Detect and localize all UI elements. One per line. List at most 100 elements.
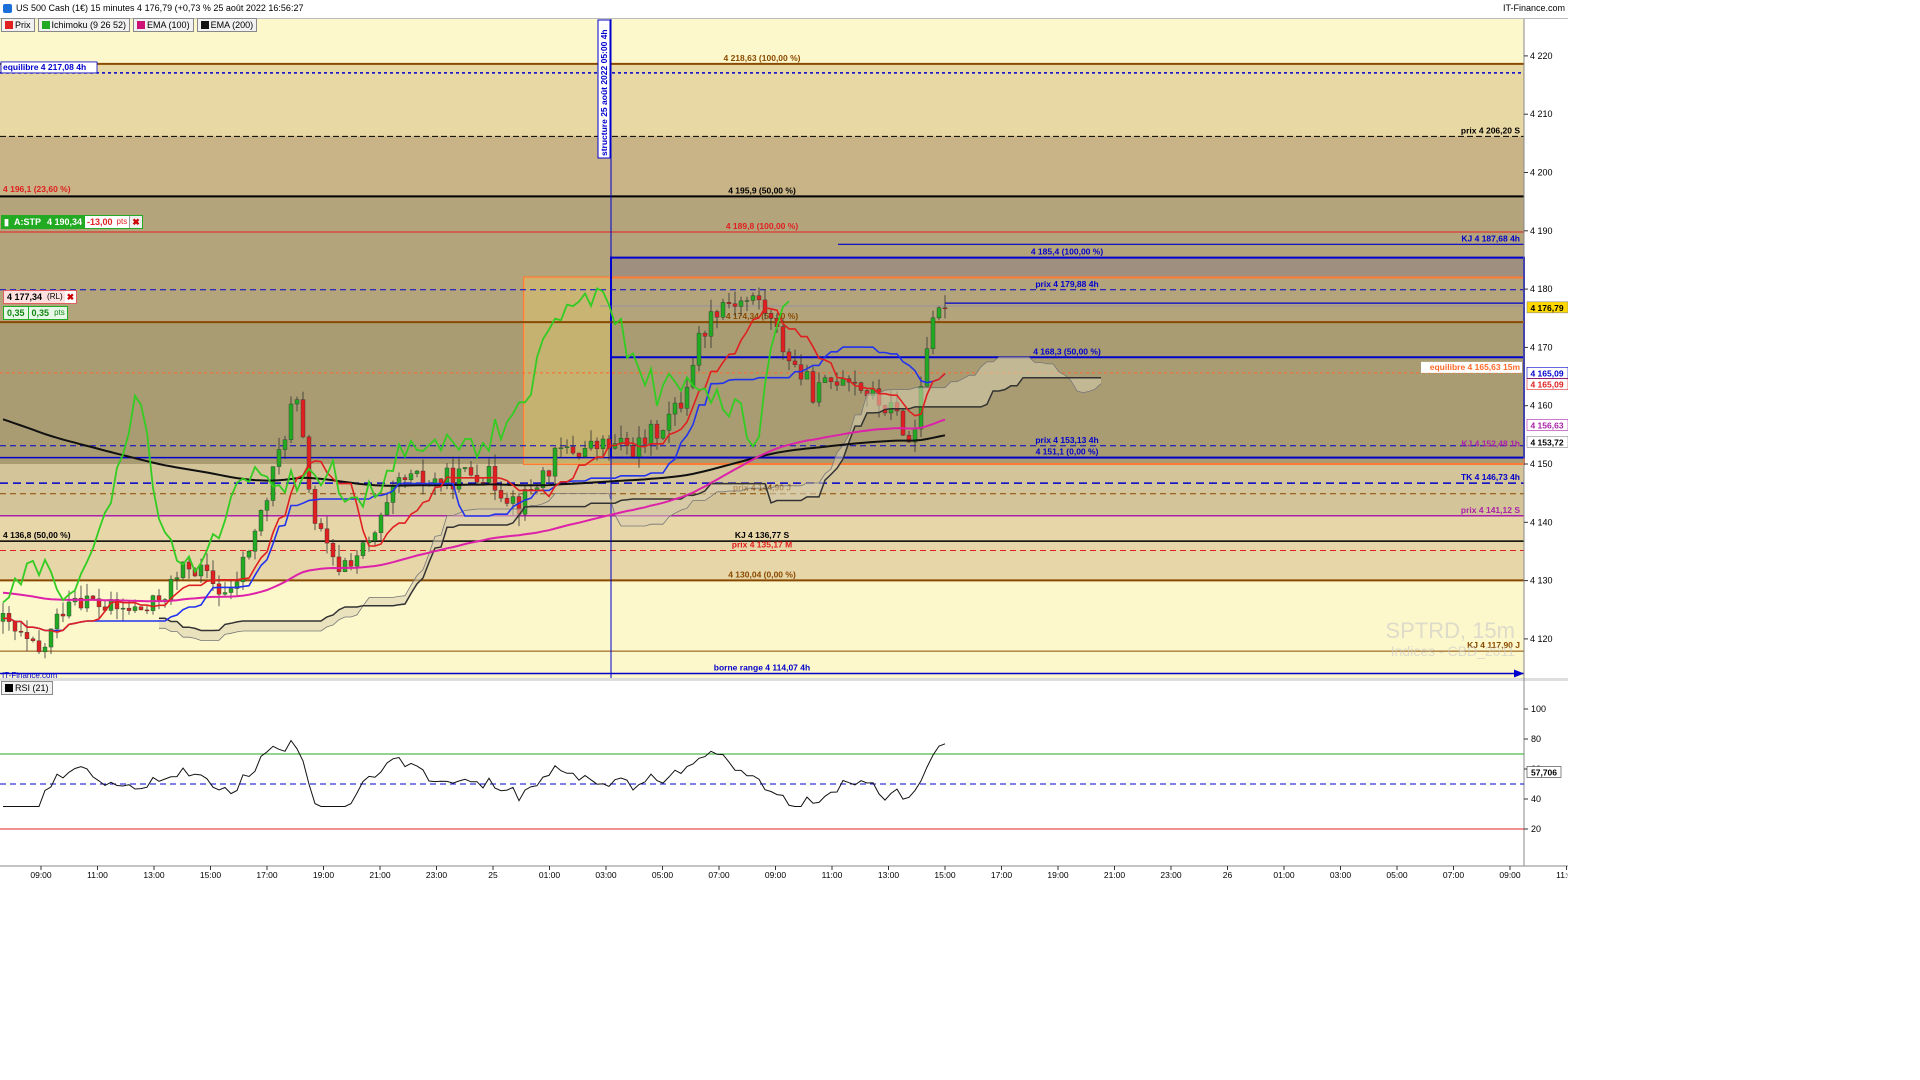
level-label: 4 151,1 (0,00 %) [1036, 447, 1099, 457]
candle-body [750, 295, 756, 301]
level-label: prix 4 206,20 S [1461, 125, 1520, 135]
time-tick-label: 07:00 [708, 870, 730, 880]
candle-body [30, 638, 36, 641]
candle-body [288, 403, 294, 440]
price-badge-label: 4 165,09 [1530, 368, 1563, 378]
candle-body [510, 496, 516, 504]
price-tick-label: 4 120 [1530, 634, 1553, 644]
candle-body [696, 332, 702, 366]
stop-order-tag[interactable]: ▮ A:STP 4 190,34 -13,00 pts ✖ [1, 215, 143, 229]
close-icon[interactable]: ✖ [129, 216, 142, 228]
legend-item[interactable]: Prix [1, 18, 35, 32]
time-tick-label: 07:00 [1443, 870, 1465, 880]
rsi-indicator-label[interactable]: RSI (21) [1, 681, 53, 695]
candle-body [252, 530, 258, 552]
candle-body [228, 588, 234, 593]
level-label: equilibre 4 217,08 4h [3, 62, 86, 72]
candle-body [324, 528, 330, 544]
stop-order-price: 4 190,34 [43, 216, 85, 228]
stop-order-icon: ▮ [2, 216, 11, 228]
candle-body [930, 317, 936, 349]
level-label: 4 218,63 (100,00 %) [723, 53, 800, 63]
time-tick-label: 19:00 [313, 870, 335, 880]
limit-order-tag[interactable]: 4 177,34 (RL) ✖ [3, 290, 78, 304]
candle-body [372, 532, 378, 541]
candle-body [330, 542, 336, 558]
candle-body [570, 446, 576, 454]
price-badge-label: 4 165,09 [1530, 380, 1563, 390]
candle-body [42, 646, 48, 653]
legend-item[interactable]: EMA (100) [133, 18, 194, 32]
candle-body [258, 510, 264, 532]
rsi-tick-label: 100 [1531, 704, 1546, 714]
price-badge-label: 4 153,72 [1530, 437, 1563, 447]
level-label: prix 4 141,12 S [1461, 505, 1520, 515]
legend-item[interactable]: Ichimoku (9 26 52) [37, 18, 131, 32]
candle-body [144, 609, 150, 612]
candle-body [804, 371, 810, 380]
candle-body [204, 564, 210, 571]
candle-body [546, 470, 552, 477]
candle-body [468, 467, 474, 476]
candle-body [120, 607, 126, 610]
rsi-current-label: 57,706 [1531, 767, 1557, 777]
candle-body [360, 542, 366, 556]
limit-order-diff: 0,35 0,35 pts [3, 306, 68, 320]
candle-body [576, 452, 582, 457]
level-label: prix 4 135,17 M [732, 539, 792, 549]
candle-body [486, 466, 492, 483]
candle-body [522, 489, 528, 515]
candle-body [66, 601, 72, 617]
candle-body [924, 348, 930, 387]
level-label: 4 185,4 (100,00 %) [1031, 247, 1103, 257]
legend-color-swatch [5, 21, 13, 29]
level-label: prix 4 179,88 4h [1035, 279, 1098, 289]
price-zone [611, 257, 1524, 279]
time-tick-label: 11:00 [1556, 870, 1568, 880]
candle-body [24, 632, 30, 639]
close-icon[interactable]: ✖ [64, 291, 77, 303]
candle-body [852, 381, 858, 384]
candle-body [84, 595, 90, 609]
time-tick-label: 01:00 [539, 870, 561, 880]
candle-body [318, 523, 324, 529]
candle-body [12, 621, 18, 632]
candle-body [816, 382, 822, 403]
candle-body [828, 377, 834, 383]
candle-body [834, 381, 840, 386]
candle-body [564, 446, 570, 449]
candle-body [300, 399, 306, 438]
level-label: borne range 4 114,07 4h [714, 662, 810, 672]
candle-body [822, 377, 828, 383]
legend-label: Ichimoku (9 26 52) [51, 20, 127, 30]
candle-body [414, 470, 420, 474]
price-tick-label: 4 130 [1530, 576, 1553, 586]
candle-body [558, 447, 564, 449]
legend-item[interactable]: EMA (200) [196, 18, 258, 32]
candle-body [642, 437, 648, 445]
price-tick-label: 4 210 [1530, 109, 1553, 119]
candle-body [36, 640, 42, 653]
time-tick-label: 19:00 [1047, 870, 1069, 880]
rsi-label-text: RSI (21) [15, 683, 49, 693]
candle-body [498, 490, 504, 499]
rsi-color-swatch [5, 684, 13, 692]
rsi-tick-label: 20 [1531, 824, 1541, 834]
candle-body [900, 410, 906, 436]
time-tick-label: 03:00 [1330, 870, 1352, 880]
time-tick-label: 05:00 [652, 870, 674, 880]
legend-color-swatch [137, 21, 146, 29]
time-tick-label: 15:00 [200, 870, 222, 880]
price-tick-label: 4 150 [1530, 459, 1553, 469]
price-tick-label: 4 180 [1530, 284, 1553, 294]
price-tick-label: 4 170 [1530, 342, 1553, 352]
stop-order-unit: pts [114, 216, 130, 228]
candle-body [216, 583, 222, 595]
candle-body [654, 423, 660, 439]
chart-canvas[interactable]: structure 25 août 2022 05:00 4h equilibre… [0, 0, 1568, 882]
candle-body [378, 514, 384, 533]
candle-body [210, 570, 216, 585]
candle-body [90, 595, 96, 599]
legend-label: EMA (200) [210, 20, 254, 30]
time-tick-label: 17:00 [256, 870, 278, 880]
